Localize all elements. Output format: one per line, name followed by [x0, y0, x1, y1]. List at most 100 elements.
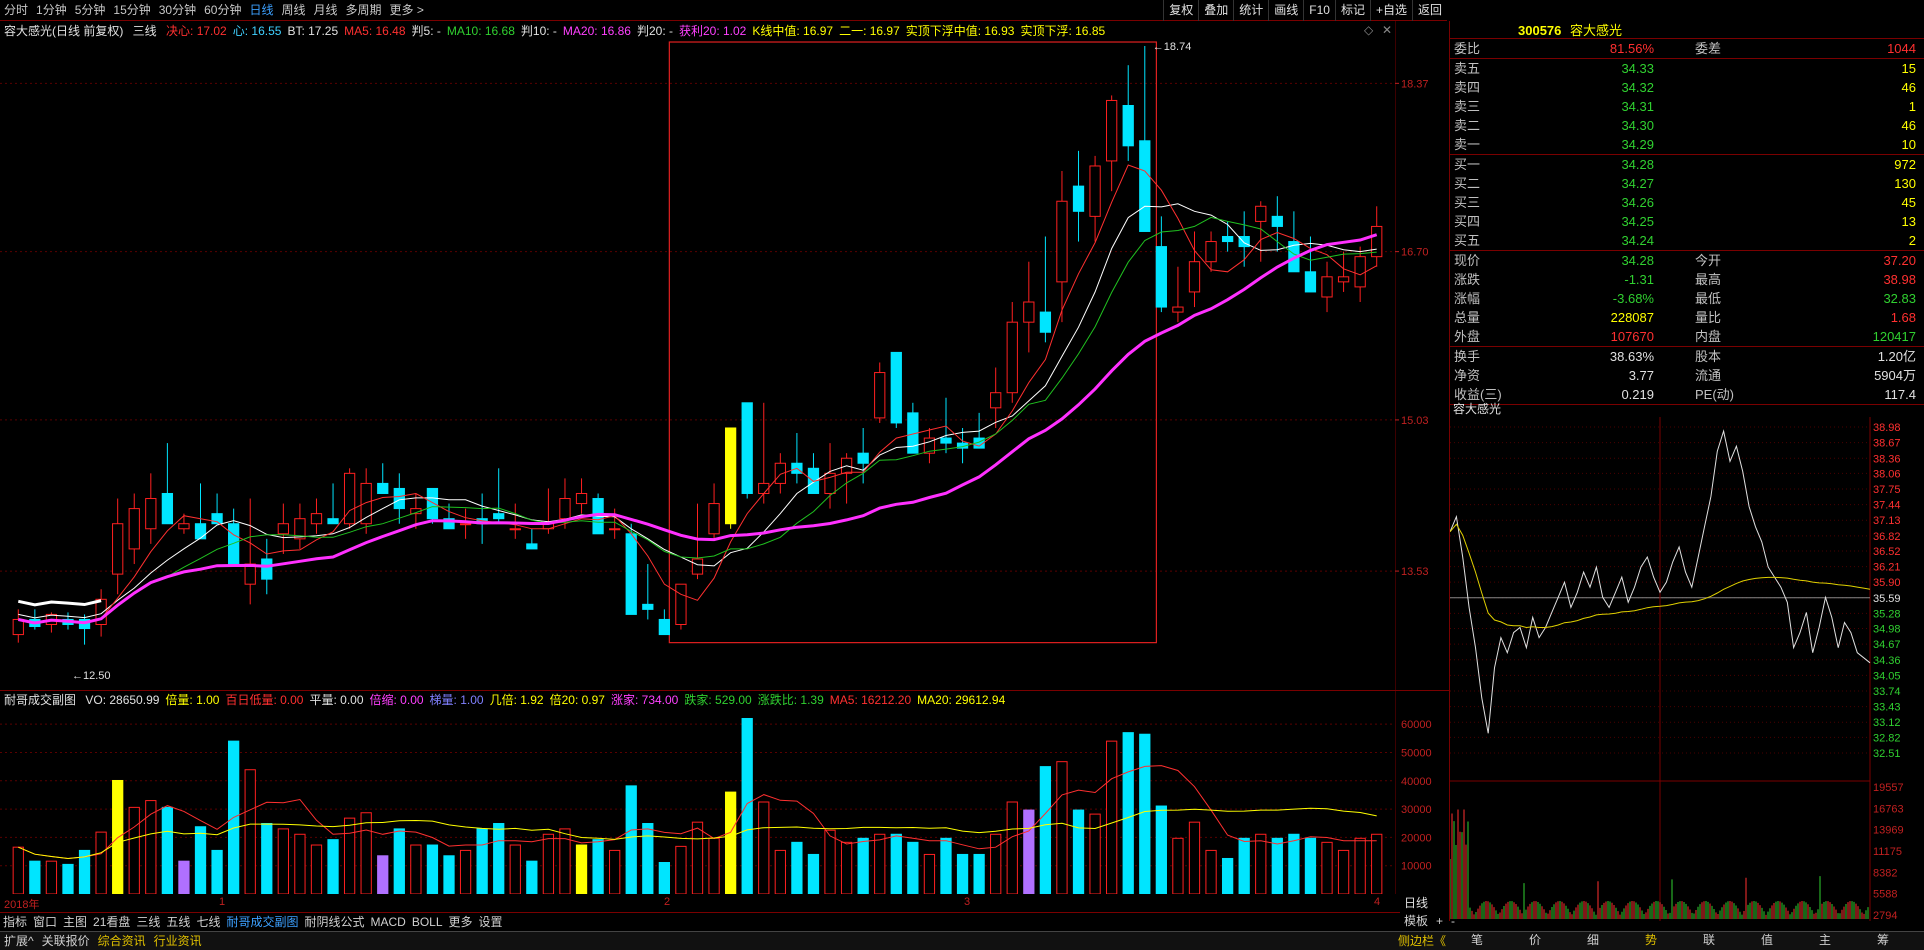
candle — [161, 443, 174, 525]
period-tab-8[interactable]: 月线 — [310, 0, 342, 21]
indicator-tab-6[interactable]: 七线 — [193, 913, 223, 931]
period-tab-3[interactable]: 15分钟 — [109, 0, 154, 21]
mini-tick-label: 35.28 — [1873, 608, 1901, 620]
sidebar-toggle[interactable]: 侧边栏《 — [1398, 932, 1446, 950]
toolbar-button-7[interactable]: 返回 — [1411, 0, 1447, 21]
quote-row: 现价 34.28 今开 37.20 — [1450, 251, 1924, 270]
indicator-tab-0[interactable]: 指标 — [0, 913, 30, 931]
toolbar-button-6[interactable]: +自选 — [1369, 0, 1412, 21]
candle — [1072, 150, 1085, 242]
volume-bar — [410, 844, 422, 894]
volume-bar — [973, 853, 985, 894]
candle — [923, 427, 936, 464]
candle — [128, 493, 140, 565]
volume-indicator-value: VO: 28650.99 — [85, 693, 160, 707]
volume-bar — [128, 806, 140, 894]
candlestick-chart[interactable]: ←18.74 ←12.50 — [0, 40, 1395, 690]
quote-row: 卖四 34.32 46 — [1450, 78, 1924, 97]
indicator-tab-9[interactable]: MACD — [367, 913, 408, 931]
toolbar-button-4[interactable]: F10 — [1303, 0, 1335, 21]
volume-bar — [1321, 841, 1333, 894]
bottom-tab-1[interactable]: 关联报价 — [38, 932, 94, 950]
bottom-tab-3[interactable]: 行业资讯 — [150, 932, 206, 950]
indicator-value: 决心: 17.02 — [166, 24, 227, 38]
period-tab-10[interactable]: 更多 > — [386, 0, 428, 21]
quote-row: 买五 34.24 2 — [1450, 231, 1924, 250]
period-tab-5[interactable]: 60分钟 — [200, 0, 245, 21]
toolbar-button-3[interactable]: 画线 — [1268, 0, 1303, 21]
period-tab-6[interactable]: 日线 — [245, 0, 277, 21]
intraday-chart[interactable]: 38.98 38.67 38.36 38.06 37.75 37.44 37.13 36.82… — [1450, 401, 1924, 921]
candle-body — [1205, 241, 1217, 263]
quote-label-2: 今开 — [1695, 253, 1722, 268]
indicator-tab-12[interactable]: 设置 — [476, 913, 506, 931]
mini-tab-7[interactable]: 筹 — [1877, 931, 1889, 949]
volume-indicator-value: MA20: 29612.94 — [917, 693, 1006, 707]
toolbar-button-2[interactable]: 统计 — [1233, 0, 1268, 21]
mini-tab-4[interactable]: 联 — [1703, 931, 1715, 949]
quote-value-2: 45 — [1901, 195, 1916, 210]
period-label[interactable]: 日线 — [1404, 895, 1428, 911]
date-label: 1 — [219, 896, 226, 908]
quote-label: 买四 — [1454, 214, 1481, 229]
template-button-0[interactable]: 模板 — [1400, 914, 1432, 928]
mini-tab-1[interactable]: 价 — [1529, 931, 1541, 949]
indicator-tab-3[interactable]: 21看盘 — [90, 913, 133, 931]
mini-tab-5[interactable]: 值 — [1761, 931, 1773, 949]
close-icon[interactable]: ✕ — [1382, 23, 1392, 37]
quote-label: 总量 — [1454, 310, 1481, 325]
mini-tab-3[interactable]: 势 — [1645, 931, 1657, 949]
volume-bar — [857, 837, 869, 894]
quote-row: 换手 38.63% 股本 1.20亿 — [1450, 347, 1924, 366]
template-button-1[interactable]: + — [1432, 914, 1447, 928]
candle-body — [377, 482, 389, 494]
toolbar-button-0[interactable]: 复权 — [1163, 0, 1198, 21]
period-tab-2[interactable]: 5分钟 — [71, 0, 110, 21]
volume-chart[interactable] — [0, 710, 1395, 894]
bottom-tab-0[interactable]: 扩展^ — [0, 932, 38, 950]
indicator-tab-2[interactable]: 主图 — [60, 913, 90, 931]
candle — [890, 351, 902, 428]
period-tab-0[interactable]: 分时 — [0, 0, 32, 21]
mini-tab-6[interactable]: 主 — [1819, 931, 1831, 949]
indicator-value: 判10: - — [520, 24, 557, 38]
quote-value-2: 1.68 — [1890, 310, 1916, 325]
volume-bar — [327, 839, 339, 894]
mini-tick-label: 32.51 — [1873, 748, 1901, 760]
mini-tab-0[interactable]: 笔 — [1471, 931, 1483, 949]
quote-label-2: 委差 — [1695, 41, 1722, 56]
indicator-tab-11[interactable]: 更多 — [446, 913, 476, 931]
lines-label[interactable]: 三线 — [133, 24, 157, 38]
indicator-tab-5[interactable]: 五线 — [163, 913, 193, 931]
candle — [509, 503, 521, 539]
settings-icon[interactable]: ◇ — [1364, 23, 1373, 37]
chart-title: 容大感光(日线 前复权) — [4, 24, 124, 38]
period-tab-7[interactable]: 周线 — [277, 0, 309, 21]
indicator-tab-1[interactable]: 窗口 — [30, 913, 60, 931]
volume-bar — [1255, 833, 1267, 894]
mini-tab-2[interactable]: 细 — [1587, 931, 1599, 949]
indicator-tabs-right: 模板 + - — [1400, 912, 1459, 931]
indicator-tab-8[interactable]: 耐阴线公式 — [301, 913, 367, 931]
bottom-tab-2[interactable]: 综合资讯 — [94, 932, 150, 950]
volume-bar — [476, 828, 488, 894]
candle-body — [675, 583, 687, 625]
template-button-2[interactable]: - — [1447, 914, 1459, 928]
indicator-tab-10[interactable]: BOLL — [409, 913, 446, 931]
quote-value: 3.77 — [1628, 368, 1654, 383]
volume-indicator-value: 梯量: 1.00 — [429, 693, 484, 707]
indicator-tab-4[interactable]: 三线 — [133, 913, 163, 931]
toolbar-button-1[interactable]: 叠加 — [1198, 0, 1233, 21]
low-annotation: ←12.50 — [72, 670, 111, 682]
toolbar-button-5[interactable]: 标记 — [1334, 0, 1370, 21]
indicator-tab-7[interactable]: 耐哥成交副图 — [223, 913, 301, 931]
candle-body — [691, 558, 704, 575]
candle-body — [1304, 271, 1317, 293]
period-tab-1[interactable]: 1分钟 — [32, 0, 71, 21]
mini-tick-label: 38.06 — [1873, 468, 1901, 480]
candle — [294, 503, 306, 549]
volume-indicator-value: 百日低量: 0.00 — [225, 693, 304, 707]
period-tab-9[interactable]: 多周期 — [342, 0, 386, 21]
period-tab-4[interactable]: 30分钟 — [155, 0, 200, 21]
candle-body — [708, 503, 720, 535]
